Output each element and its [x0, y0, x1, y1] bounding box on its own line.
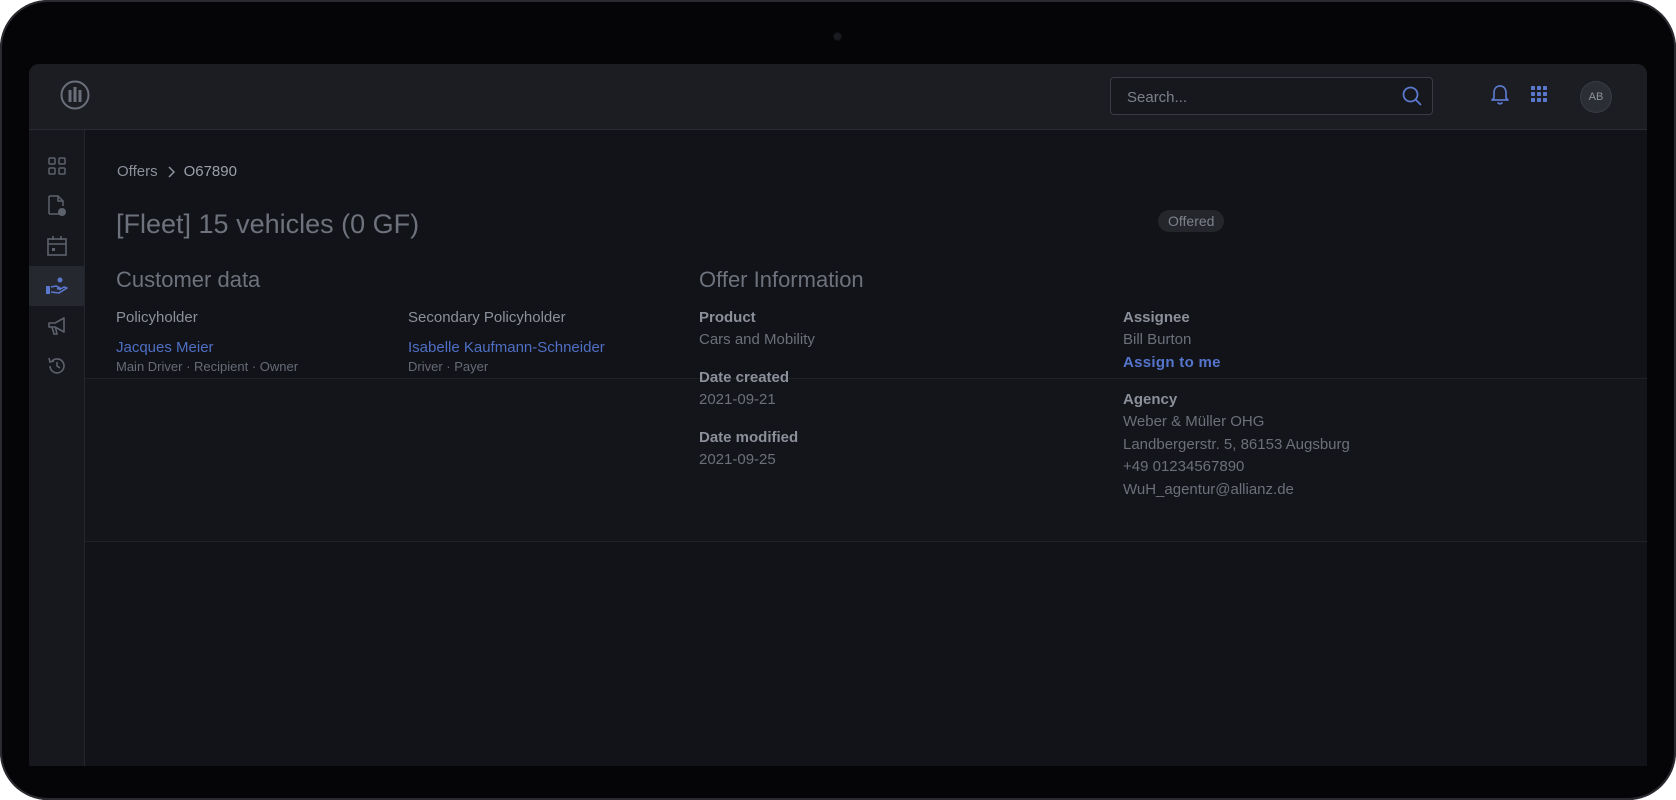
assignee-label: Assignee	[1123, 309, 1190, 326]
product-label: Product	[699, 309, 756, 326]
apps-grid-icon[interactable]	[1530, 85, 1548, 103]
megaphone-icon	[47, 317, 65, 335]
bell-icon[interactable]	[1490, 84, 1510, 106]
app-screen: AB	[29, 64, 1647, 766]
status-badge: Offered	[1158, 210, 1225, 232]
history-icon	[47, 357, 65, 374]
allianz-logo[interactable]	[60, 80, 90, 110]
assign-to-me-link[interactable]: Assign to me	[1123, 354, 1221, 371]
assignee-value: Bill Burton	[1123, 331, 1192, 348]
search-icon[interactable]	[1402, 86, 1422, 106]
agency-phone: +49 01234567890	[1123, 458, 1245, 475]
document-check-icon	[47, 195, 66, 216]
calendar-icon	[46, 236, 67, 256]
date-modified-label: Date modified	[699, 429, 799, 446]
page-title: [Fleet] 15 vehicles (0 GF)	[116, 209, 420, 239]
sidebar-item-offers[interactable]	[29, 266, 84, 306]
product-value: Cars and Mobility	[699, 331, 815, 348]
date-created-label: Date created	[699, 369, 790, 386]
hand-offer-icon	[45, 277, 68, 294]
date-modified-value: 2021-09-25	[699, 451, 776, 468]
main-content: Offers O67890 [Fleet] 15 vehicles (0 GF)…	[85, 130, 1647, 766]
policyholder-roles: Main Driver · Recipient · Owner	[116, 359, 299, 374]
customer-data-heading: Customer data	[116, 267, 261, 292]
device-frame: AB	[0, 0, 1676, 800]
sidebar-item-dashboard[interactable]	[29, 146, 84, 186]
breadcrumb-current: O67890	[183, 163, 237, 180]
sidebar	[29, 130, 85, 766]
camera-dot	[834, 33, 841, 40]
dashboard-icon	[47, 157, 66, 175]
sidebar-item-history[interactable]	[29, 346, 84, 386]
details-band	[85, 378, 1647, 542]
agency-name: Weber & Müller OHG	[1123, 413, 1265, 430]
breadcrumb: Offers O67890	[117, 163, 237, 180]
search-box	[1110, 77, 1433, 116]
sidebar-item-campaigns[interactable]	[29, 306, 84, 346]
top-bar: AB	[29, 64, 1647, 130]
offer-information-heading: Offer Information	[699, 267, 864, 292]
policyholder-name-link[interactable]: Jacques Meier	[116, 339, 214, 356]
sidebar-item-calendar[interactable]	[29, 226, 84, 266]
agency-address: Landbergerstr. 5, 86153 Augsburg	[1123, 436, 1350, 453]
sidebar-item-documents[interactable]	[29, 186, 84, 226]
agency-label: Agency	[1123, 391, 1178, 408]
user-avatar[interactable]: AB	[1581, 82, 1611, 112]
secondary-policyholder-name-link[interactable]: Isabelle Kaufmann-Schneider	[408, 339, 605, 356]
agency-email: WuH_agentur@allianz.de	[1123, 481, 1294, 498]
chevron-right-icon	[168, 165, 175, 178]
search-input[interactable]	[1125, 78, 1389, 116]
breadcrumb-offers-link[interactable]: Offers	[117, 163, 158, 180]
secondary-policyholder-roles: Driver · Payer	[408, 359, 489, 374]
date-created-value: 2021-09-21	[699, 391, 776, 408]
policyholder-label: Policyholder	[116, 309, 198, 326]
secondary-policyholder-label: Secondary Policyholder	[408, 309, 566, 326]
